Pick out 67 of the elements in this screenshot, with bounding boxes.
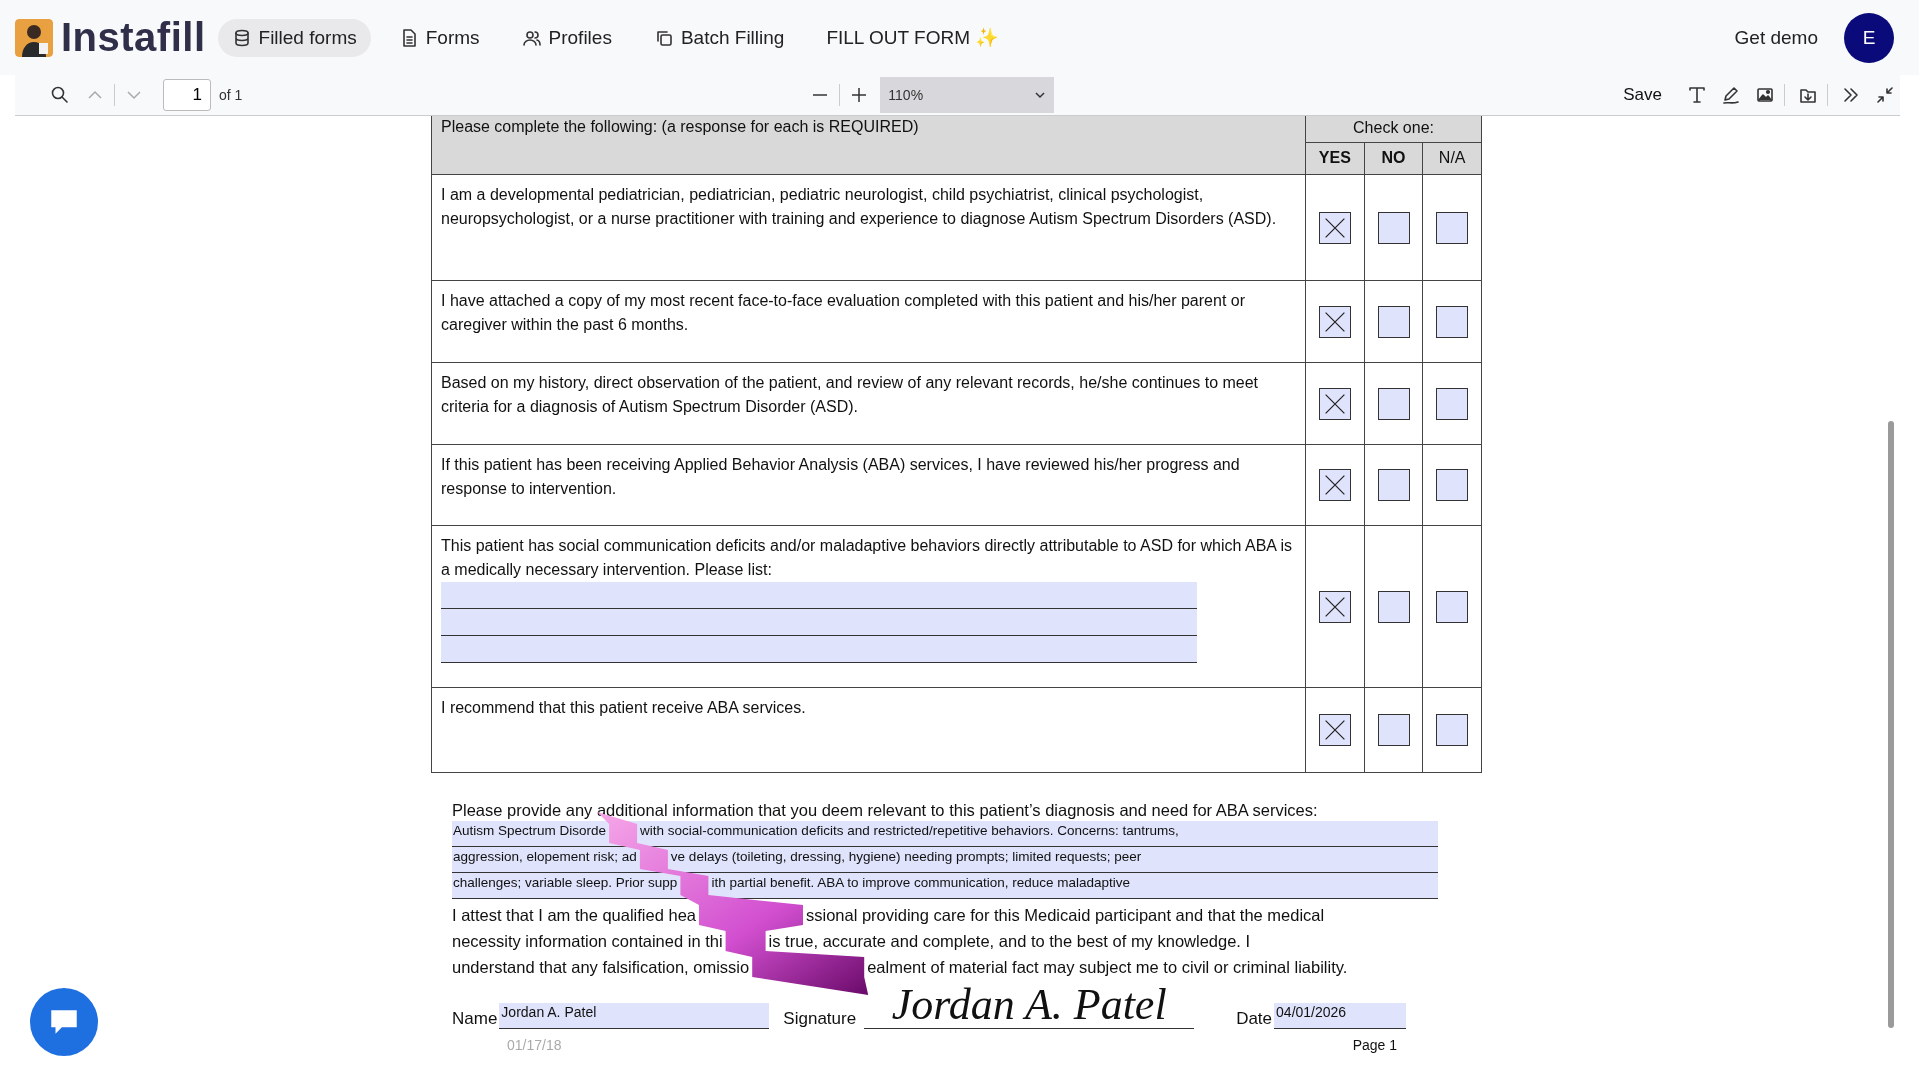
checkbox[interactable] bbox=[1318, 305, 1351, 338]
checkbox[interactable] bbox=[1318, 590, 1351, 623]
checkbox[interactable] bbox=[1318, 211, 1351, 244]
chevron-down-icon bbox=[1034, 89, 1047, 101]
column-header: YES bbox=[1317, 148, 1352, 168]
get-demo-link[interactable]: Get demo bbox=[1734, 26, 1818, 49]
text-field[interactable]: Autism Spectrum Disorde with social-communication deficits and restricted/repetitive behaviors. Concerns: tantrums, bbox=[452, 821, 1438, 847]
question-text: Based on my history, direct observation of the patient, and review of any relevant records, he/she continues to meet criteria for a diagnosis of Autism Spectrum Disorder (ASD). bbox=[441, 373, 1260, 417]
save-button[interactable]: Save bbox=[1617, 84, 1668, 106]
question-text: If this patient has been receiving Applied Behavior Analysis (ABA) services, I have reviewed his/her progress and response to intervention. bbox=[441, 455, 1241, 499]
brand-name[interactable]: Instafill bbox=[61, 15, 206, 60]
zoom-value: 110% bbox=[888, 87, 924, 103]
checkbox[interactable] bbox=[1318, 387, 1351, 420]
checkbox[interactable] bbox=[1318, 714, 1351, 746]
checkbox[interactable] bbox=[1377, 469, 1410, 501]
checkbox[interactable] bbox=[1377, 590, 1410, 623]
question-text: I have attached a copy of my most recent face-to-face evaluation completed with this patient and his/her parent or caregiver within the past 6 months. bbox=[441, 291, 1246, 335]
text-field[interactable]: challenges; variable sleep. Prior supp ith partial benefit. ABA to improve communication, reduce maladaptive bbox=[452, 873, 1438, 899]
field-label: Date bbox=[1236, 1009, 1273, 1029]
question-text: I recommend that this patient receive ABA services. bbox=[441, 698, 807, 718]
checkbox[interactable] bbox=[1436, 714, 1469, 746]
checkbox[interactable] bbox=[1318, 469, 1351, 501]
logo-icon[interactable] bbox=[15, 18, 53, 57]
prompt-text: Please provide any additional information that you deem relevant to this patient’s diagnosis and need for ABA services: bbox=[452, 801, 1319, 820]
field-label: Signature bbox=[783, 1009, 857, 1029]
checkbox[interactable] bbox=[1377, 305, 1410, 338]
question-text: I am a developmental pediatrician, pediatrician, pediatric neurologist, child psychiatrist, clinical psychologist, neuropsychologist, or a nurse practitioner with training and experience to diagnose Autism Spectrum Disorders (ASD). bbox=[441, 185, 1278, 229]
collapse-icon bbox=[1875, 85, 1895, 105]
date-field[interactable]: 04/01/2026 bbox=[1274, 1003, 1407, 1029]
input-field[interactable] bbox=[441, 636, 1197, 663]
nav-tab[interactable]: Filled forms bbox=[217, 18, 371, 57]
nav-tab[interactable]: FILL OUT FORM ✨ bbox=[812, 18, 1014, 57]
signature: Jordan A. Patel bbox=[891, 982, 1167, 1028]
page-count: of 1 bbox=[219, 87, 243, 103]
checkbox[interactable] bbox=[1436, 469, 1469, 501]
user-avatar[interactable]: E bbox=[1844, 12, 1894, 63]
column-header: N/A bbox=[1422, 143, 1481, 174]
footer-date: 01/17/18 bbox=[507, 1037, 562, 1053]
checkbox[interactable] bbox=[1436, 305, 1469, 338]
text-icon bbox=[1687, 85, 1707, 105]
checkbox[interactable] bbox=[1436, 211, 1469, 244]
input-field[interactable] bbox=[441, 582, 1197, 609]
attestation-text: I attest that I am the qualified hea ssional providing care for this Medicaid participant and that the medical necessity information contained in thi is true, accurate and complete, and to the best of my knowledge. I understand that any falsification, omissio ealment of material fact may subject me to civil or criminal liability. bbox=[452, 905, 1349, 978]
double-chevron-icon bbox=[1841, 85, 1861, 105]
minus-icon bbox=[813, 94, 828, 96]
field-label: Name bbox=[452, 1009, 498, 1029]
page-number: Page 1 bbox=[1352, 1037, 1397, 1053]
page-number-field[interactable]: 1 bbox=[163, 79, 211, 111]
column-header: Check one: bbox=[1306, 116, 1481, 143]
checkbox[interactable] bbox=[1377, 211, 1410, 244]
search-icon bbox=[50, 85, 70, 105]
nav-tab[interactable]: Forms bbox=[384, 18, 494, 57]
nav-tab[interactable]: Profiles bbox=[507, 18, 626, 57]
input-field[interactable] bbox=[441, 609, 1197, 636]
checkbox[interactable] bbox=[1436, 590, 1469, 623]
column-header: NO bbox=[1363, 143, 1423, 174]
question-text: This patient has social communication deficits and/or maladaptive behaviors directly attributable to ASD for which ABA is a medically necessary intervention. Please list: bbox=[441, 536, 1294, 580]
checkbox[interactable] bbox=[1377, 387, 1410, 420]
zoom-select[interactable]: 110% bbox=[880, 77, 1055, 113]
pen-icon bbox=[1721, 85, 1741, 105]
table-header: Please complete the following: (a response for each is REQUIRED) bbox=[432, 116, 1306, 174]
nav-tab[interactable]: Batch Filling bbox=[639, 18, 799, 57]
text-field[interactable]: aggression, elopement risk; ad ve delays (toileting, dressing, hygiene) needing prompts; limited requests; peer bbox=[452, 847, 1438, 873]
checkbox[interactable] bbox=[1436, 387, 1469, 420]
checkbox[interactable] bbox=[1377, 714, 1410, 746]
image-icon bbox=[1755, 85, 1775, 105]
name-field[interactable]: Jordan A. Patel bbox=[499, 1003, 770, 1029]
